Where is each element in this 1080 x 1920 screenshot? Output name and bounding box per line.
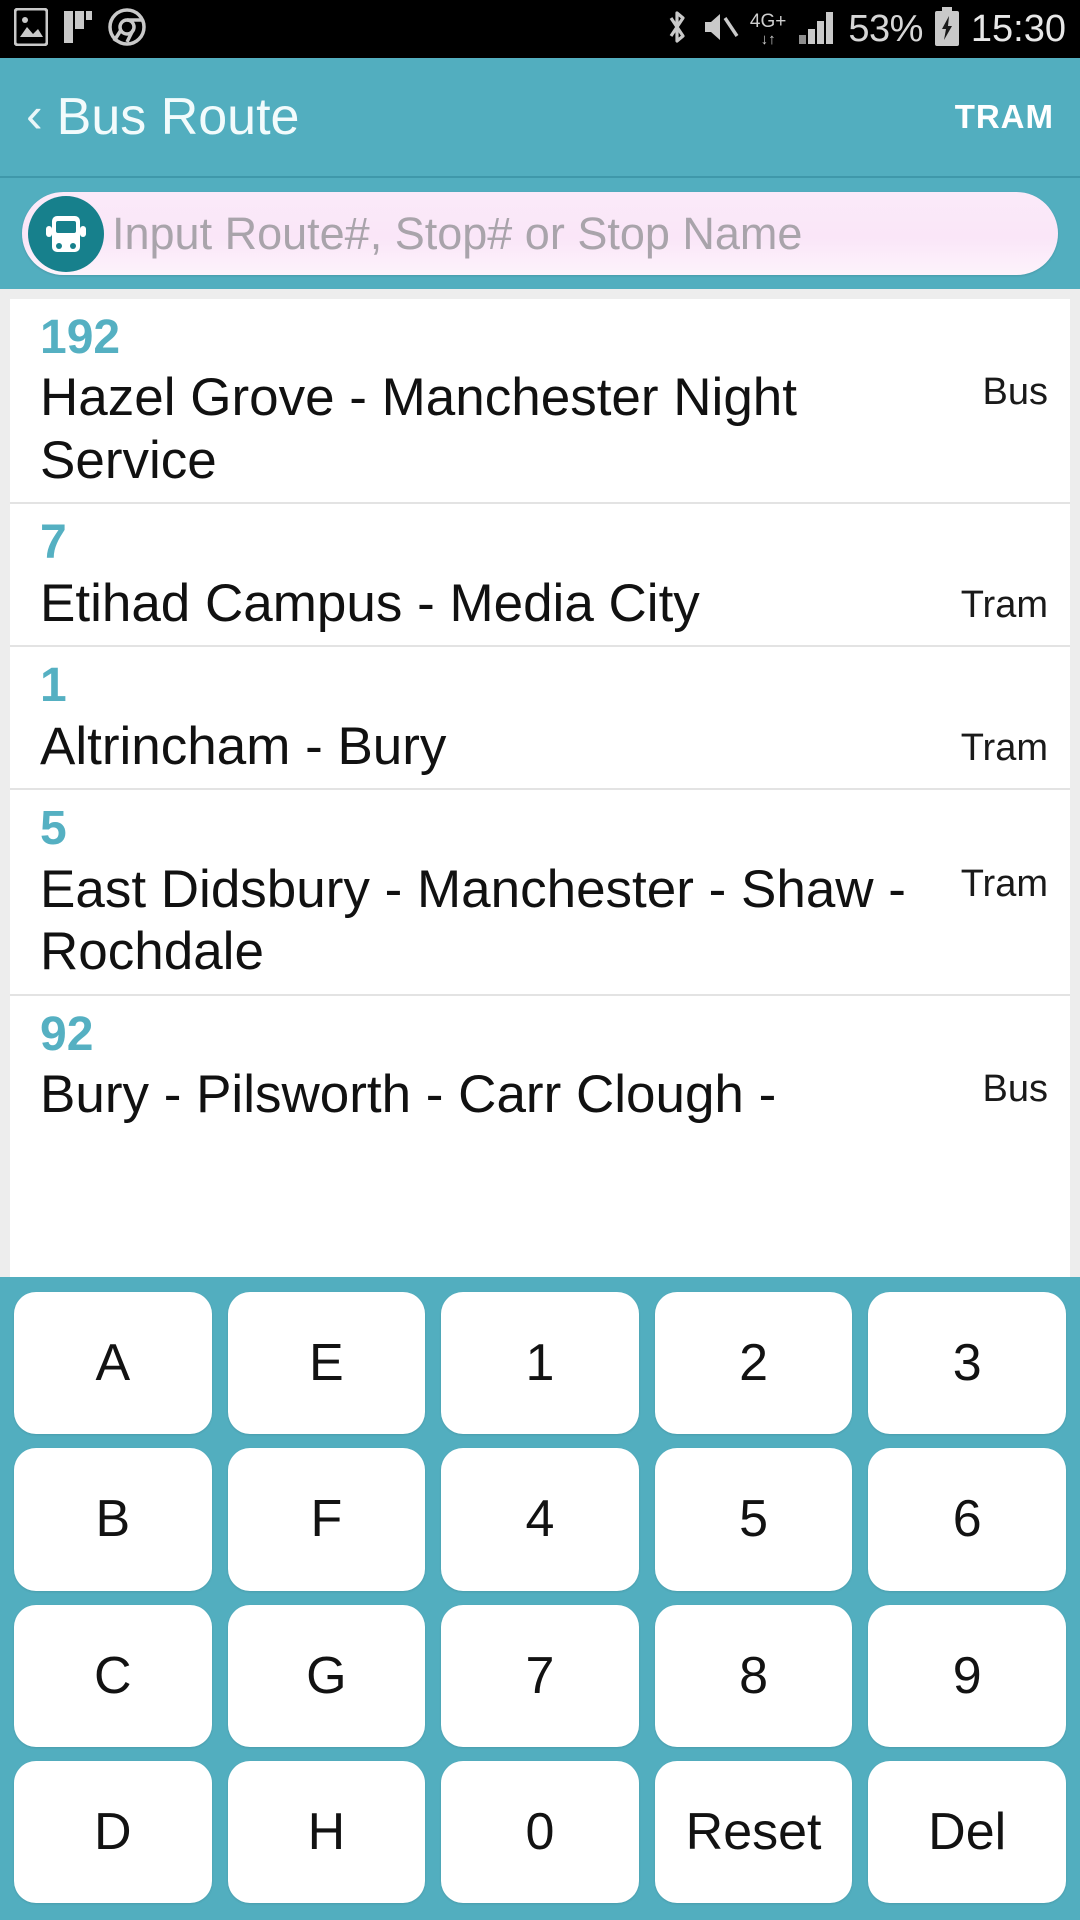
key-4[interactable]: 4 — [441, 1448, 639, 1591]
keypad-row: C G 7 8 9 — [6, 1598, 1074, 1754]
table-row[interactable]: 192 Hazel Grove - Manchester Night Servi… — [10, 299, 1070, 505]
key-7[interactable]: 7 — [441, 1604, 639, 1747]
key-b[interactable]: B — [14, 1448, 212, 1591]
battery-percent-label: 53% — [848, 7, 923, 50]
key-h[interactable]: H — [227, 1760, 426, 1903]
key-5[interactable]: 5 — [654, 1448, 853, 1591]
app-screen: 4G+ ↓↑ 53% 15:30 ‹ Bus Route TRAM Input … — [0, 0, 1080, 1920]
bluetooth-icon — [664, 7, 690, 52]
battery-icon — [934, 6, 960, 52]
status-bar: 4G+ ↓↑ 53% 15:30 — [0, 0, 1080, 58]
search-placeholder-text: Input Route#, Stop# or Stop Name — [112, 207, 803, 259]
keypad-row: B F 4 5 6 — [6, 1441, 1074, 1597]
photo-icon — [13, 7, 49, 51]
route-number: 1 — [40, 659, 67, 713]
key-reset[interactable]: Reset — [654, 1760, 853, 1903]
keypad-row: D H 0 Reset Del — [6, 1754, 1074, 1910]
key-9[interactable]: 9 — [868, 1604, 1066, 1747]
chrome-icon — [108, 7, 146, 51]
key-a[interactable]: A — [14, 1292, 212, 1435]
mobile-data-icon: 4G+ ↓↑ — [749, 10, 787, 48]
tram-toggle-button[interactable]: TRAM — [955, 98, 1054, 136]
route-name: Etihad Campus - Media City — [40, 573, 700, 633]
key-3[interactable]: 3 — [868, 1292, 1066, 1435]
route-list-container[interactable]: 192 Hazel Grove - Manchester Night Servi… — [0, 289, 1080, 1277]
route-mode-badge: Tram — [960, 727, 1048, 770]
flipboard-icon — [62, 9, 94, 50]
key-c[interactable]: C — [14, 1604, 212, 1747]
page-title: Bus Route — [56, 88, 300, 146]
route-name: Bury - Pilsworth - Carr Clough - — [40, 1065, 777, 1125]
status-bar-left-icons — [13, 7, 146, 51]
key-6[interactable]: 6 — [868, 1448, 1066, 1591]
route-list: 192 Hazel Grove - Manchester Night Servi… — [10, 299, 1070, 1277]
status-bar-right-icons: 4G+ ↓↑ 53% 15:30 — [664, 6, 1066, 52]
key-e[interactable]: E — [227, 1292, 426, 1435]
key-2[interactable]: 2 — [654, 1292, 853, 1435]
search-zone: Input Route#, Stop# or Stop Name — [0, 176, 1080, 289]
search-input[interactable]: Input Route#, Stop# or Stop Name — [22, 192, 1058, 275]
clock-label: 15:30 — [970, 7, 1066, 50]
table-row[interactable]: 92 Bury - Pilsworth - Carr Clough - Bus — [10, 996, 1070, 1137]
bus-icon — [28, 195, 104, 272]
mute-icon — [701, 9, 739, 50]
route-mode-badge: Tram — [960, 862, 1048, 905]
key-g[interactable]: G — [227, 1604, 426, 1747]
route-mode-badge: Bus — [982, 1068, 1048, 1111]
key-f[interactable]: F — [227, 1448, 426, 1591]
table-row[interactable]: 5 East Didsbury - Manchester - Shaw - Ro… — [10, 790, 1070, 996]
table-row[interactable]: 1 Altrincham - Bury Tram — [10, 647, 1070, 791]
key-1[interactable]: 1 — [441, 1292, 639, 1435]
app-bar: ‹ Bus Route TRAM — [0, 58, 1080, 176]
route-number: 92 — [40, 1007, 94, 1061]
route-number: 7 — [40, 516, 67, 570]
table-row[interactable]: 7 Etihad Campus - Media City Tram — [10, 504, 1070, 648]
key-del[interactable]: Del — [868, 1760, 1066, 1903]
route-number: 5 — [40, 802, 67, 856]
keypad: A E 1 2 3 B F 4 5 6 C G 7 8 9 D H 0 Rese… — [0, 1277, 1080, 1920]
route-name: East Didsbury - Manchester - Shaw - Roch… — [40, 859, 906, 982]
key-d[interactable]: D — [14, 1760, 212, 1903]
key-8[interactable]: 8 — [654, 1604, 853, 1747]
route-mode-badge: Bus — [982, 371, 1048, 414]
route-mode-badge: Tram — [960, 584, 1048, 627]
keypad-row: A E 1 2 3 — [6, 1285, 1074, 1441]
route-name: Altrincham - Bury — [40, 716, 447, 776]
route-name: Hazel Grove - Manchester Night Service — [40, 368, 798, 490]
route-number: 192 — [40, 311, 121, 364]
signal-icon — [797, 9, 837, 50]
key-0[interactable]: 0 — [441, 1760, 639, 1903]
back-button[interactable]: ‹ — [26, 90, 43, 140]
